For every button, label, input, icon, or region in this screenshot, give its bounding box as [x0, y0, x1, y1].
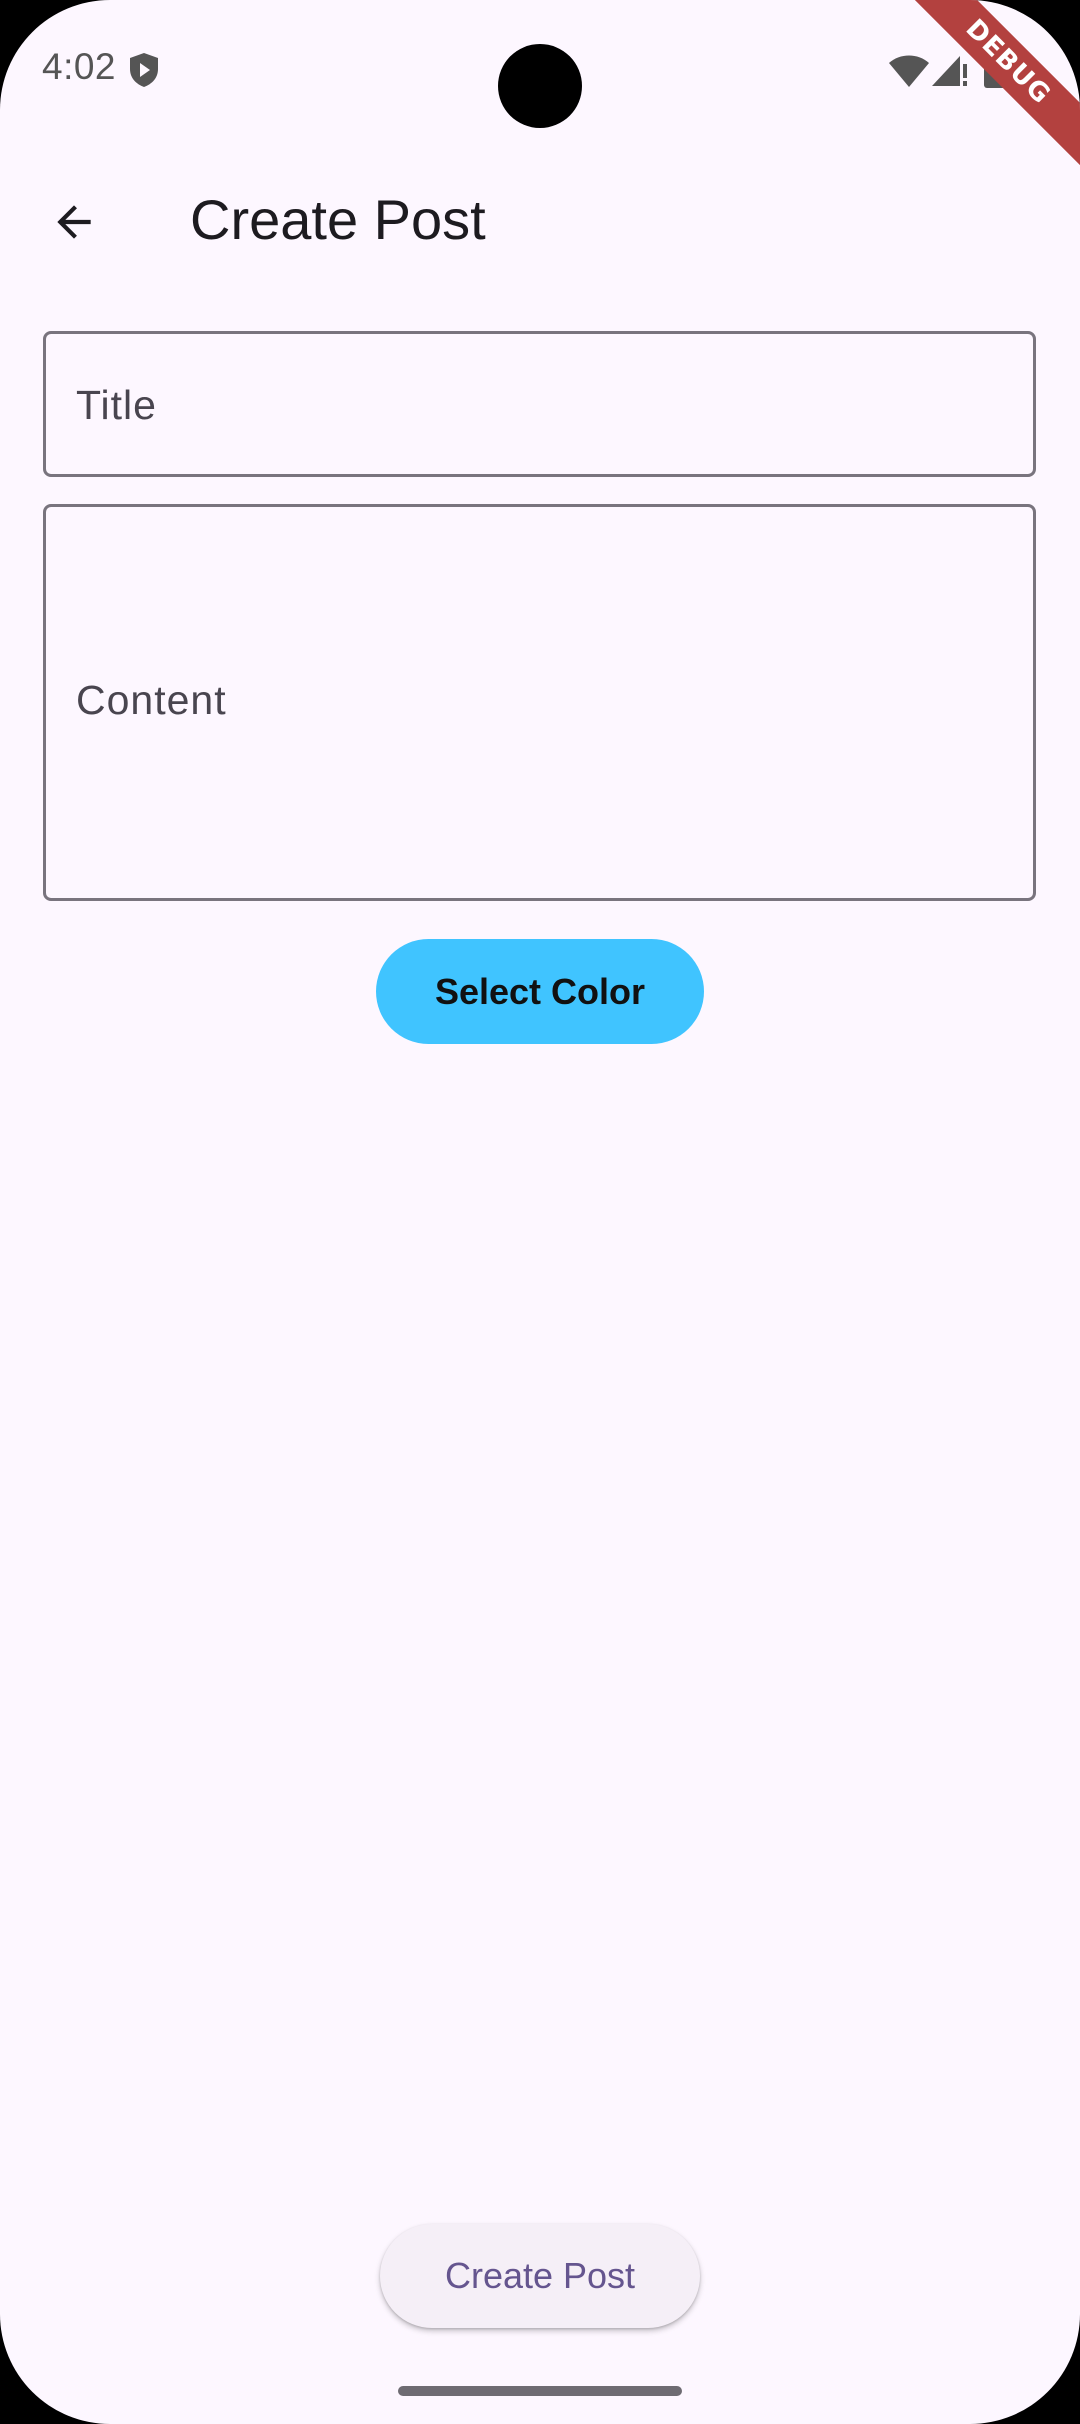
camera-cutout	[498, 44, 582, 128]
select-color-button[interactable]: Select Color	[376, 939, 704, 1044]
create-post-button[interactable]: Create Post	[380, 2224, 700, 2328]
title-field-label: Title	[76, 382, 157, 428]
title-field[interactable]: Title	[43, 331, 1036, 477]
page-title: Create Post	[190, 188, 486, 251]
status-time: 4:02	[42, 46, 117, 87]
status-bar: 4:02 DEBUG	[0, 0, 1080, 170]
home-indicator[interactable]	[398, 2386, 682, 2396]
content-field[interactable]: Content	[43, 504, 1036, 901]
back-button[interactable]	[30, 178, 118, 266]
shield-icon	[130, 53, 158, 87]
app-bar: Create Post	[0, 140, 1080, 290]
arrow-back-icon	[57, 205, 91, 239]
app-screen: 4:02 DEBUG Create Post Title Content Sel…	[0, 0, 1080, 2424]
content-field-label: Content	[76, 677, 227, 723]
